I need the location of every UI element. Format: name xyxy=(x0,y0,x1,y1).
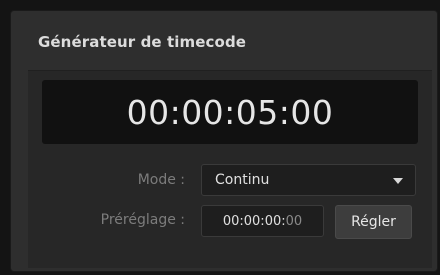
preset-value-frames: 00 xyxy=(285,213,303,229)
window-frame: Générateur de timecode 00:00:05:00 Mode … xyxy=(0,0,440,275)
preset-label: Préréglage : xyxy=(100,212,185,228)
timecode-display: 00:00:05:00 xyxy=(42,80,418,144)
panel-title: Générateur de timecode xyxy=(38,33,247,51)
apply-preset-button[interactable]: Régler xyxy=(335,205,412,239)
preset-timecode-input[interactable]: 00:00:00: 00 xyxy=(201,205,324,237)
timecode-value: 00:00:05:00 xyxy=(126,92,334,132)
preset-value-main: 00:00:00: xyxy=(222,213,286,229)
chevron-down-icon xyxy=(393,178,403,184)
mode-label: Mode : xyxy=(137,172,185,188)
mode-select[interactable]: Continu xyxy=(201,164,416,196)
mode-selected-value: Continu xyxy=(215,172,270,188)
